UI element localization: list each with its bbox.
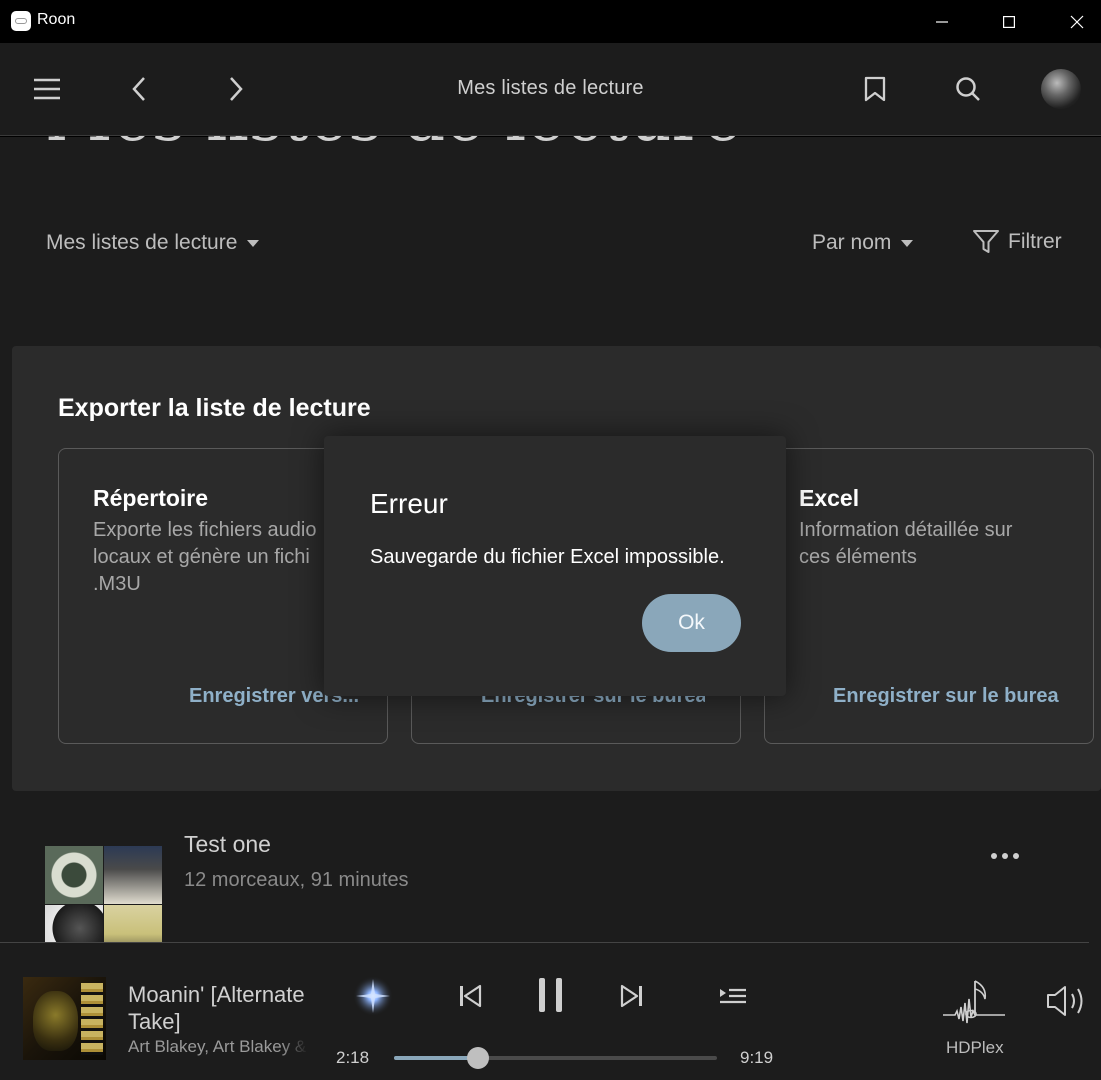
seek-bar[interactable]: [394, 1047, 717, 1069]
more-options-button[interactable]: [991, 853, 1019, 859]
cover-art-figure: [33, 991, 78, 1051]
sparkle-icon: [353, 976, 393, 1016]
bookmark-icon: [864, 76, 886, 102]
album-thumb: [45, 846, 103, 904]
card-title: Excel: [799, 485, 860, 511]
volume-icon: [1047, 986, 1083, 1016]
previous-button[interactable]: [455, 981, 485, 1011]
chevron-down-icon: [901, 239, 914, 247]
seek-bar-fill: [394, 1056, 478, 1060]
more-dot: [991, 853, 997, 859]
nav-title: Mes listes de lecture: [457, 77, 644, 99]
save-to-desktop-button[interactable]: Enregistrer sur le bureau: [833, 685, 1059, 708]
waveform-note-icon: [943, 980, 1005, 1024]
sort-label: Par nom: [812, 231, 892, 254]
scope-dropdown[interactable]: Mes listes de lecture: [46, 231, 260, 255]
playlist-title[interactable]: Test one: [184, 831, 271, 858]
roon-app-icon: [11, 11, 31, 31]
more-dot: [1013, 853, 1019, 859]
album-thumb: [45, 905, 103, 943]
queue-button[interactable]: [718, 983, 748, 1009]
playlist-meta: 12 morceaux, 91 minutes: [184, 869, 409, 891]
sort-dropdown[interactable]: Par nom: [812, 231, 914, 255]
window-titlebar: Roon: [0, 0, 1101, 43]
search-button[interactable]: [948, 69, 988, 109]
scope-label: Mes listes de lecture: [46, 231, 238, 254]
now-playing-cover[interactable]: [23, 977, 106, 1060]
bookmark-button[interactable]: [855, 69, 895, 109]
close-icon: [1070, 15, 1084, 28]
maximize-button[interactable]: [975, 0, 1043, 43]
album-thumb: [104, 846, 162, 904]
ok-button[interactable]: Ok: [642, 594, 741, 652]
pause-button[interactable]: [533, 976, 569, 1014]
playlist-artwork[interactable]: [45, 846, 162, 943]
elapsed-time: 2:18: [336, 1048, 370, 1067]
duration-time: 9:19: [740, 1048, 774, 1067]
zone-name[interactable]: HDPlex: [946, 1038, 1004, 1058]
queue-icon: [720, 988, 746, 1004]
skip-next-icon: [620, 984, 642, 1008]
filter-label: Filtrer: [1008, 230, 1062, 253]
volume-button[interactable]: [1044, 983, 1092, 1019]
search-icon: [956, 77, 980, 101]
track-artist[interactable]: Art Blakey, Art Blakey & The Jazz Messen…: [128, 1037, 308, 1057]
album-thumb: [104, 905, 162, 943]
export-panel-title: Exporter la liste de lecture: [58, 394, 371, 422]
seek-knob[interactable]: [466, 1047, 489, 1069]
chevron-down-icon: [247, 239, 260, 247]
filter-icon: [973, 230, 999, 253]
filter-button[interactable]: Filtrer: [972, 229, 1062, 255]
error-dialog: Erreur Sauvegarde du fichier Excel impos…: [324, 436, 786, 696]
dialog-title: Erreur: [370, 488, 448, 519]
zone-button[interactable]: [940, 976, 1008, 1026]
minimize-icon: [936, 20, 948, 23]
maximize-icon: [1003, 15, 1015, 28]
window-title: Roon: [37, 11, 76, 28]
export-card-excel[interactable]: Excel Information détaillée sur ces élém…: [764, 448, 1094, 744]
cover-art-text: [81, 983, 103, 1055]
next-button[interactable]: [617, 981, 647, 1011]
more-dot: [1002, 853, 1008, 859]
track-title[interactable]: Moanin' [Alternate Take]: [128, 981, 328, 1035]
profile-avatar[interactable]: [1041, 69, 1081, 109]
minimize-button[interactable]: [908, 0, 976, 43]
radio-star-button[interactable]: [352, 975, 394, 1017]
player-bar: Moanin' [Alternate Take] Art Blakey, Art…: [0, 943, 1101, 1080]
close-button[interactable]: [1043, 0, 1101, 43]
card-description: Information détaillée sur ces éléments: [799, 519, 1013, 568]
dialog-message: Sauvegarde du fichier Excel impossible.: [370, 546, 725, 568]
top-navbar: Mes listes de lecture: [0, 43, 1101, 136]
skip-previous-icon: [460, 984, 482, 1008]
card-title: Répertoire: [93, 485, 209, 511]
pause-icon: [539, 978, 562, 1012]
